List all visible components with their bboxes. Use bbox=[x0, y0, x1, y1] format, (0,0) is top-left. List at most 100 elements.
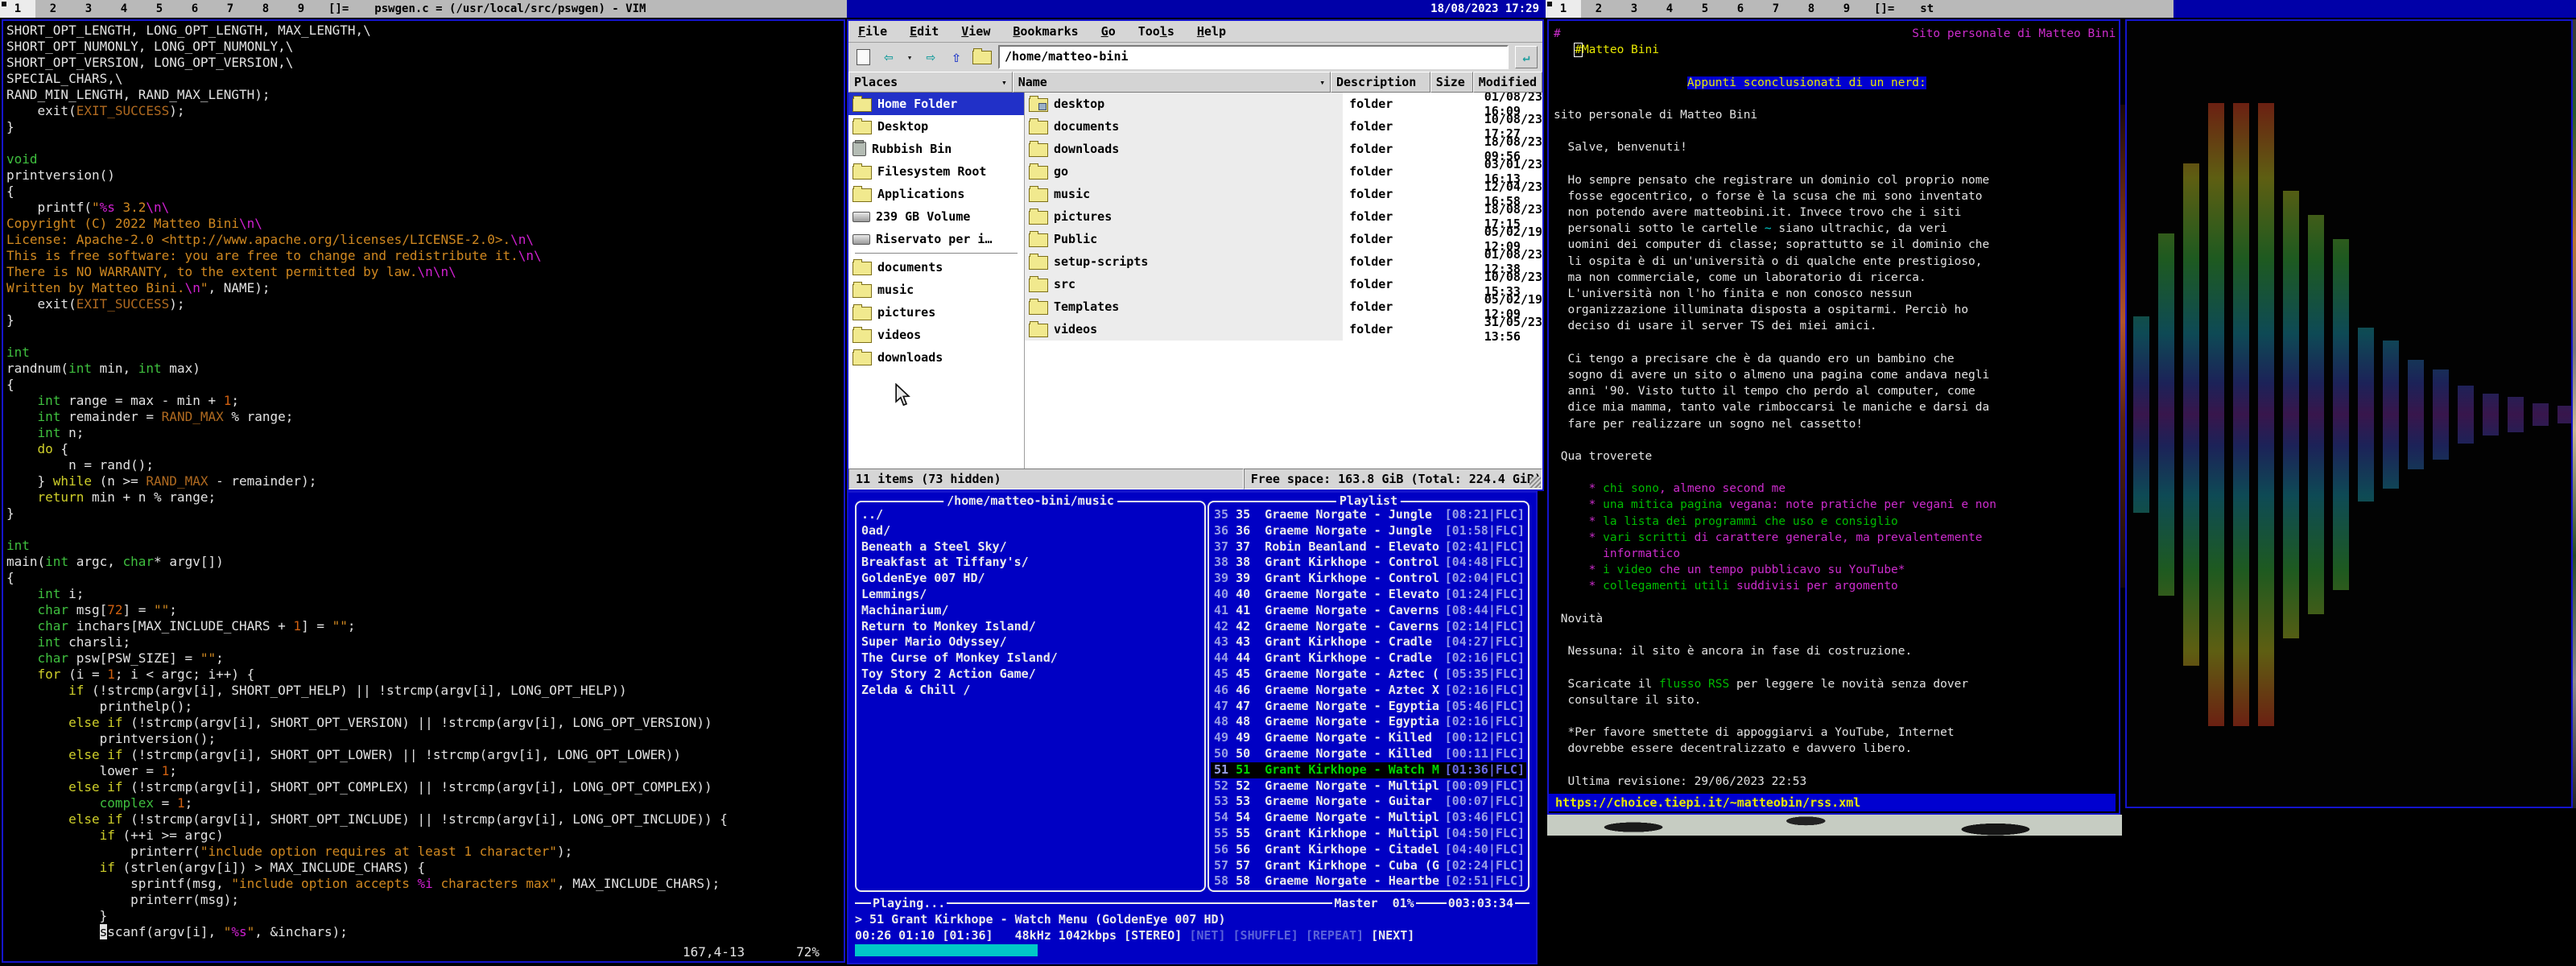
moc-directory-item[interactable]: ../ bbox=[861, 507, 1201, 523]
audio-visualizer-window[interactable] bbox=[2125, 19, 2573, 808]
menu-file[interactable]: File bbox=[858, 24, 887, 39]
moc-directory-item[interactable]: Toy Story 2 Action Game/ bbox=[861, 667, 1201, 683]
workspace-tag-9[interactable]: 9 bbox=[1829, 0, 1864, 18]
file-row-videos[interactable]: videosfolder31/05/23 13:56 bbox=[1025, 318, 1542, 341]
moc-playlist-item-51[interactable]: 5151 Grant Kirkhope - Watch M[01:36|FLC] bbox=[1211, 762, 1526, 778]
moc-playlist-item-50[interactable]: 5050 Graeme Norgate - Killed [00:11|FLC] bbox=[1211, 746, 1526, 762]
moc-playlist-item-49[interactable]: 4949 Graeme Norgate - Killed [00:12|FLC] bbox=[1211, 730, 1526, 746]
moc-directory-item[interactable]: Zelda & Chill / bbox=[861, 683, 1201, 699]
path-input[interactable]: /home/matteo-bini bbox=[998, 45, 1509, 69]
moc-directory-item[interactable]: Super Mario Odyssey/ bbox=[861, 634, 1201, 650]
resize-grip[interactable] bbox=[1530, 477, 1541, 488]
new-tab-icon[interactable] bbox=[853, 47, 873, 67]
vim-code-area[interactable]: SHORT_OPT_LENGTH, LONG_OPT_LENGTH, MAX_L… bbox=[3, 21, 844, 940]
menu-edit[interactable]: Edit bbox=[910, 24, 939, 39]
workspace-tag-2[interactable]: 2 bbox=[35, 0, 71, 18]
menu-help[interactable]: Help bbox=[1197, 24, 1226, 39]
workspace-tag-8[interactable]: 8 bbox=[1794, 0, 1829, 18]
name-column-header[interactable]: Name▾ bbox=[1013, 72, 1331, 93]
moc-directory-panel[interactable]: /home/matteo-bini/music ../0ad/Beneath a… bbox=[855, 501, 1206, 892]
vim-terminal-window[interactable]: SHORT_OPT_LENGTH, LONG_OPT_LENGTH, MAX_L… bbox=[2, 19, 845, 963]
sidebar-item-239-gb-volume[interactable]: 239 GB Volume bbox=[848, 205, 1024, 228]
moc-master-volume[interactable]: Master 01% bbox=[1332, 896, 1415, 910]
workspace-tag-7[interactable]: 7 bbox=[1758, 0, 1794, 18]
sidebar-item-riservato-per-i-[interactable]: Riservato per i… bbox=[848, 228, 1024, 250]
file-row-src[interactable]: srcfolder10/08/23 15:33 bbox=[1025, 273, 1542, 295]
workspace-tag-3[interactable]: 3 bbox=[71, 0, 106, 18]
workspace-tag-5[interactable]: 5 bbox=[1687, 0, 1723, 18]
workspace-tag-6[interactable]: 6 bbox=[1723, 0, 1758, 18]
back-icon[interactable]: ⇦ bbox=[879, 47, 898, 67]
workspace-tag-6[interactable]: 6 bbox=[177, 0, 213, 18]
workspace-tag-1[interactable]: 1 bbox=[1546, 0, 1581, 18]
file-row-desktop[interactable]: desktopfolder01/08/23 16:09 bbox=[1025, 93, 1542, 115]
workspace-tag-8[interactable]: 8 bbox=[248, 0, 283, 18]
moc-playlist-item-57[interactable]: 5757 Grant Kirkhope - Cuba (G[02:24|FLC] bbox=[1211, 858, 1526, 874]
file-row-music[interactable]: musicfolder12/04/23 16:58 bbox=[1025, 183, 1542, 205]
moc-playlist-item-54[interactable]: 5454 Graeme Norgate - Multipl[03:46|FLC] bbox=[1211, 810, 1526, 826]
places-header[interactable]: Places▾ bbox=[848, 72, 1013, 93]
moc-playlist-item-46[interactable]: 4646 Graeme Norgate - Aztec X[02:16|FLC] bbox=[1211, 683, 1526, 699]
moc-directory-item[interactable]: The Curse of Monkey Island/ bbox=[861, 650, 1201, 667]
moc-playlist-item-45[interactable]: 4545 Graeme Norgate - Aztec ([05:35|FLC] bbox=[1211, 667, 1526, 683]
workspace-tag-3[interactable]: 3 bbox=[1616, 0, 1652, 18]
menu-view[interactable]: View bbox=[961, 24, 990, 39]
moc-directory-item[interactable]: Beneath a Steel Sky/ bbox=[861, 539, 1201, 555]
sidebar-item-downloads[interactable]: downloads bbox=[848, 346, 1024, 369]
menu-tools[interactable]: Tools bbox=[1138, 24, 1174, 39]
moc-playlist-item-55[interactable]: 5555 Grant Kirkhope - Multipl[04:50|FLC] bbox=[1211, 826, 1526, 842]
moc-directory-item[interactable]: 0ad/ bbox=[861, 523, 1201, 539]
workspace-tag-4[interactable]: 4 bbox=[106, 0, 142, 18]
moc-playlist-item-35[interactable]: 3535 Graeme Norgate - Jungle [08:21|FLC] bbox=[1211, 507, 1526, 523]
sidebar-item-applications[interactable]: Applications bbox=[848, 183, 1024, 205]
moc-directory-item[interactable]: GoldenEye 007 HD/ bbox=[861, 571, 1201, 587]
workspace-tag-5[interactable]: 5 bbox=[142, 0, 177, 18]
menu-go[interactable]: Go bbox=[1101, 24, 1116, 39]
workspace-tag-4[interactable]: 4 bbox=[1652, 0, 1687, 18]
moc-playlist-item-42[interactable]: 4242 Graeme Norgate - Caverns[02:14|FLC] bbox=[1211, 619, 1526, 635]
moc-playlist-item-56[interactable]: 5656 Grant Kirkhope - Citadel[04:40|FLC] bbox=[1211, 842, 1526, 858]
sidebar-item-rubbish-bin[interactable]: Rubbish Bin bbox=[848, 138, 1024, 160]
sidebar-item-desktop[interactable]: Desktop bbox=[848, 115, 1024, 138]
places-sidebar[interactable]: Home FolderDesktopRubbish BinFilesystem … bbox=[848, 93, 1025, 469]
moc-playlist-item-52[interactable]: 5252 Graeme Norgate - Multipl[00:09|FLC] bbox=[1211, 778, 1526, 795]
browser-page-content[interactable]: # Sito personale di Matteo Bini #Matteo … bbox=[1549, 21, 2119, 790]
moc-playlist-item-53[interactable]: 5353 Graeme Norgate - Guitar [00:07|FLC] bbox=[1211, 794, 1526, 810]
forward-icon[interactable]: ⇨ bbox=[921, 47, 940, 67]
moc-playlist-item-39[interactable]: 3939 Grant Kirkhope - Control[02:04|FLC] bbox=[1211, 571, 1526, 587]
moc-playlist-item-40[interactable]: 4040 Graeme Norgate - Elevato[01:24|FLC] bbox=[1211, 587, 1526, 603]
sidebar-item-music[interactable]: music bbox=[848, 279, 1024, 301]
file-row-pictures[interactable]: picturesfolder18/08/23 17:15 bbox=[1025, 205, 1542, 228]
moc-directory-item[interactable]: Breakfast at Tiffany's/ bbox=[861, 555, 1201, 571]
description-column-header[interactable]: Description bbox=[1331, 72, 1430, 93]
terminal-browser-window[interactable]: # Sito personale di Matteo Bini #Matteo … bbox=[1547, 19, 2120, 815]
moc-playlist-item-43[interactable]: 4343 Grant Kirkhope - Cradle [04:27|FLC] bbox=[1211, 634, 1526, 650]
sidebar-item-filesystem-root[interactable]: Filesystem Root bbox=[848, 160, 1024, 183]
go-icon[interactable]: ↵ bbox=[1515, 46, 1538, 68]
moc-directory-item[interactable]: Return to Monkey Island/ bbox=[861, 619, 1201, 635]
moc-playlist-item-41[interactable]: 4141 Graeme Norgate - Caverns[08:44|FLC] bbox=[1211, 603, 1526, 619]
moc-player-window[interactable]: /home/matteo-bini/music ../0ad/Beneath a… bbox=[847, 491, 1538, 964]
moc-playlist-item-47[interactable]: 4747 Graeme Norgate - Egyptia[05:46|FLC] bbox=[1211, 699, 1526, 715]
sidebar-item-videos[interactable]: videos bbox=[848, 324, 1024, 346]
sidebar-item-pictures[interactable]: pictures bbox=[848, 301, 1024, 324]
file-manager-window[interactable]: FileEditViewBookmarksGoToolsHelp ⇦ ▾ ⇨ ⇧… bbox=[847, 19, 1544, 491]
file-row-documents[interactable]: documentsfolder10/08/23 17:27 bbox=[1025, 115, 1542, 138]
moc-playlist-item-38[interactable]: 3838 Grant Kirkhope - Control[04:48|FLC] bbox=[1211, 555, 1526, 571]
moc-directory-item[interactable]: Machinarium/ bbox=[861, 603, 1201, 619]
sidebar-item-home-folder[interactable]: Home Folder bbox=[848, 93, 1024, 115]
sidebar-item-documents[interactable]: documents bbox=[848, 256, 1024, 279]
file-row-go[interactable]: gofolder03/01/23 16:13 bbox=[1025, 160, 1542, 183]
workspace-tag-7[interactable]: 7 bbox=[213, 0, 248, 18]
moc-progress-bar[interactable] bbox=[855, 944, 1038, 956]
size-column-header[interactable]: Size bbox=[1430, 72, 1473, 93]
moc-directory-item[interactable]: Lemmings/ bbox=[861, 587, 1201, 603]
moc-playlist-item-44[interactable]: 4444 Grant Kirkhope - Cradle [02:16|FLC] bbox=[1211, 650, 1526, 667]
modified-column-header[interactable]: Modified bbox=[1473, 72, 1542, 93]
workspace-tag-1[interactable]: 1 bbox=[0, 0, 35, 18]
back-history-dropdown-icon[interactable]: ▾ bbox=[905, 47, 914, 67]
workspace-tag-2[interactable]: 2 bbox=[1581, 0, 1616, 18]
file-row-Public[interactable]: Publicfolder05/02/19 12:09 bbox=[1025, 228, 1542, 250]
moc-playlist-item-48[interactable]: 4848 Graeme Norgate - Egyptia[02:16|FLC] bbox=[1211, 714, 1526, 730]
moc-playlist-item-37[interactable]: 3737 Robin Beanland - Elevato[02:41|FLC] bbox=[1211, 539, 1526, 555]
